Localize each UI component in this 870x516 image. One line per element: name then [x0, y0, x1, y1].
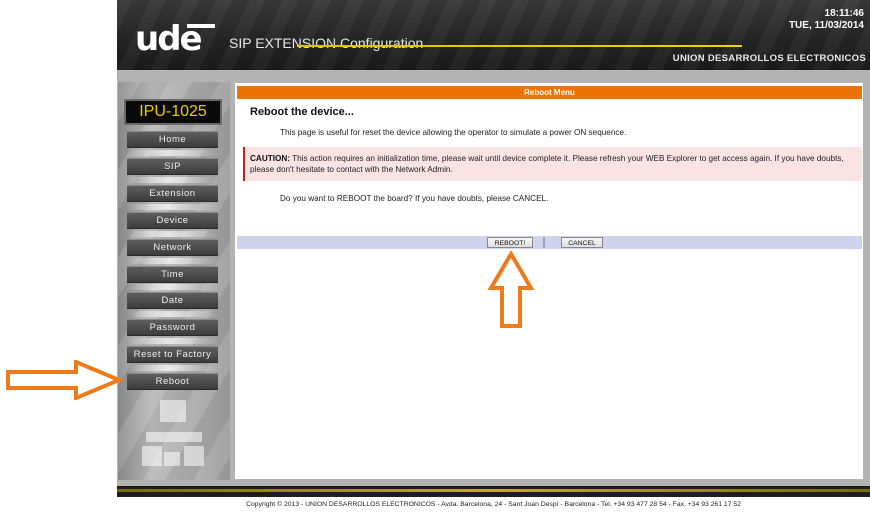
action-bar — [237, 236, 862, 249]
clock-time: 18:11:46 — [824, 8, 864, 19]
sidebar-decoration — [184, 446, 204, 466]
sidebar-decoration — [142, 446, 162, 466]
menu-separator — [127, 258, 218, 264]
sidebar-item-sip[interactable]: SIP — [127, 150, 218, 175]
sidebar-decoration — [160, 400, 186, 422]
cancel-button[interactable]: CANCEL — [561, 237, 603, 248]
arrow-up-icon — [487, 250, 535, 328]
ude-logo: ude — [135, 22, 215, 56]
page-heading: Reboot the device... — [250, 106, 354, 118]
sidebar-item-extension[interactable]: Extension — [127, 177, 218, 202]
sidebar-decoration — [146, 432, 202, 442]
menu-separator — [127, 204, 218, 210]
sidebar-item-label: Network — [153, 242, 192, 253]
sidebar-item-reset-to-factory[interactable]: Reset to Factory — [127, 338, 218, 363]
sidebar-item-date[interactable]: Date — [127, 284, 218, 309]
logo-bar — [187, 24, 215, 28]
menu-separator — [127, 150, 218, 156]
sidebar-item-label: SIP — [164, 161, 181, 172]
button-divider — [543, 237, 545, 248]
caution-body: This action requires an initialization t… — [250, 154, 844, 174]
sidebar-item-time[interactable]: Time — [127, 258, 218, 283]
menu-separator — [127, 338, 218, 344]
clock-date: TUE, 11/03/2014 — [788, 20, 864, 31]
sidebar-item-password[interactable]: Password — [127, 311, 218, 336]
menu-separator — [127, 231, 218, 237]
sidebar-decoration — [164, 452, 180, 466]
sidebar-item-label: Reboot — [155, 376, 190, 387]
menu-title-bar: Reboot Menu — [237, 86, 862, 99]
page-description: This page is useful for reset the device… — [280, 128, 627, 137]
sidebar-item-label: Date — [161, 295, 184, 306]
arrow-right-icon — [6, 360, 124, 400]
sidebar-item-device[interactable]: Device — [127, 204, 218, 229]
app-header: ude SIP EXTENSION Configuration 18:11:46… — [117, 0, 870, 70]
sidebar-item-label: Device — [156, 215, 189, 226]
footer-accent-line — [117, 489, 870, 492]
app-title: SIP EXTENSION Configuration — [229, 35, 424, 51]
sidebar-item-label: Home — [158, 134, 187, 145]
menu-separator — [127, 284, 218, 290]
reboot-button[interactable]: REBOOT! — [487, 237, 533, 248]
sidebar-item-label: Time — [161, 269, 184, 280]
sidebar-item-network[interactable]: Network — [127, 231, 218, 256]
copyright-text: Copyright © 2013 - UNION DESARROLLOS ELE… — [246, 501, 741, 508]
sidebar-item-reboot[interactable]: Reboot — [127, 365, 218, 390]
device-name-display: IPU-1025 — [124, 99, 222, 125]
menu-separator — [127, 311, 218, 317]
sidebar-item-label: Reset to Factory — [133, 349, 212, 360]
company-name: UNION DESARROLLOS ELECTRONICOS — [672, 53, 866, 64]
menu-separator — [127, 365, 218, 371]
sidebar-item-label: Extension — [149, 188, 196, 199]
header-divider — [297, 45, 742, 47]
caution-message: CAUTION: This action requires an initial… — [250, 153, 850, 175]
sidebar-item-home[interactable]: Home — [127, 131, 218, 148]
confirm-question: Do you want to REBOOT the board? If you … — [280, 194, 549, 203]
caution-label: CAUTION: — [250, 154, 291, 163]
main-panel — [235, 83, 863, 479]
sidebar-item-label: Password — [149, 322, 196, 333]
menu-separator — [127, 177, 218, 183]
